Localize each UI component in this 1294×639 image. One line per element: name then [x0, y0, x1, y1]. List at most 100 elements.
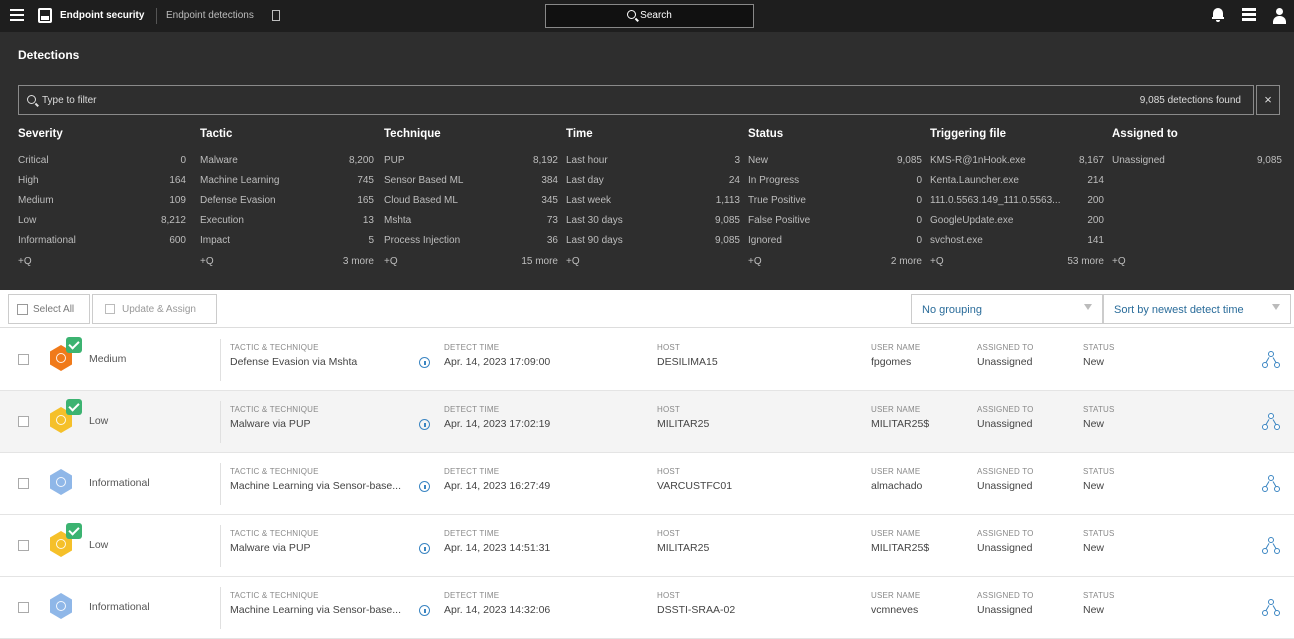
facet-item[interactable]: Unassigned 9,085	[1112, 152, 1282, 172]
facet-item-label: Mshta	[384, 215, 412, 226]
divider	[220, 525, 221, 567]
add-filter-button[interactable]: +Q	[748, 256, 762, 267]
process-graph-icon[interactable]	[1262, 537, 1280, 555]
facet-item[interactable]: Ignored 0	[748, 232, 922, 252]
notifications-bell-icon[interactable]	[1212, 8, 1224, 22]
assigned-value: Unassigned	[977, 418, 1033, 430]
facet-item[interactable]: GoogleUpdate.exe 200	[930, 212, 1104, 232]
facet-item[interactable]: Last 30 days 9,085	[566, 212, 740, 232]
time-field: DETECT TIME Apr. 14, 2023 17:09:00	[444, 343, 550, 368]
facet-item-label: Low	[18, 215, 37, 226]
info-icon[interactable]	[419, 543, 430, 554]
row-checkbox[interactable]	[18, 602, 29, 613]
tactic-field: TACTIC & TECHNIQUE Defense Evasion via M…	[230, 343, 357, 368]
user-profile-icon[interactable]	[1272, 8, 1286, 24]
select-all-checkbox[interactable]	[17, 304, 28, 315]
facet-item-count: 9,085	[714, 235, 740, 246]
facet-item-count: 1,113	[715, 195, 740, 206]
info-icon[interactable]	[419, 357, 430, 368]
add-filter-button[interactable]: +Q	[18, 256, 32, 267]
info-icon[interactable]	[419, 605, 430, 616]
facet-item[interactable]: Critical 0	[18, 152, 186, 172]
facet-item[interactable]: svchost.exe 141	[930, 232, 1104, 252]
update-assign-button[interactable]: Update & Assign	[92, 294, 217, 324]
facet-item-count: 73	[546, 215, 558, 226]
facet-item[interactable]: False Positive 0	[748, 212, 922, 232]
facet-item-count: 8,192	[532, 155, 558, 166]
facet-item[interactable]: Last week 1,113	[566, 192, 740, 212]
sort-select[interactable]: Sort by newest detect time	[1103, 294, 1291, 324]
facet-item[interactable]: Defense Evasion 165	[200, 192, 374, 212]
facet-item[interactable]: True Positive 0	[748, 192, 922, 212]
facet-title: Triggering file	[930, 128, 1007, 140]
filter-input[interactable]: Type to filter 9,085 detections found	[18, 85, 1254, 115]
field-label: ASSIGNED TO	[977, 529, 1034, 538]
detection-row[interactable]: Medium TACTIC & TECHNIQUE Defense Evasio…	[0, 329, 1294, 391]
add-filter-button[interactable]: +Q	[200, 256, 214, 267]
facet-item[interactable]: PUP 8,192	[384, 152, 558, 172]
assigned-field: ASSIGNED TO Unassigned	[977, 405, 1034, 430]
process-graph-icon[interactable]	[1262, 475, 1280, 493]
more-link[interactable]: 2 more	[891, 256, 922, 267]
facet-item[interactable]: Last hour 3	[566, 152, 740, 172]
more-link[interactable]: 3 more	[343, 256, 374, 267]
facet-item[interactable]: Process Injection 36	[384, 232, 558, 252]
facet-item[interactable]: Informational 600	[18, 232, 186, 252]
facet-item[interactable]: Low 8,212	[18, 212, 186, 232]
info-icon[interactable]	[419, 481, 430, 492]
row-checkbox[interactable]	[18, 540, 29, 551]
more-link[interactable]: 53 more	[1067, 256, 1104, 267]
facet-item[interactable]: 111.0.5563.149_111.0.5563... 200	[930, 192, 1104, 212]
message-list-icon[interactable]	[1242, 8, 1256, 22]
clear-filter-button[interactable]: ×	[1256, 85, 1280, 115]
menu-icon[interactable]	[10, 9, 24, 21]
detection-row[interactable]: Informational TACTIC & TECHNIQUE Machine…	[0, 453, 1294, 515]
facet-item[interactable]: Last 90 days 9,085	[566, 232, 740, 252]
add-filter-button[interactable]: +Q	[1112, 256, 1126, 267]
facet-item[interactable]: Impact 5	[200, 232, 374, 252]
select-all-button[interactable]: Select All	[8, 294, 90, 324]
facet-item[interactable]: Execution 13	[200, 212, 374, 232]
assigned-value: Unassigned	[977, 604, 1033, 616]
facet-title: Assigned to	[1112, 128, 1178, 140]
global-search-button[interactable]: Search	[545, 4, 754, 28]
facet-tactic: Tactic Malware 8,200 Machine Learning 74…	[200, 128, 374, 267]
process-graph-icon[interactable]	[1262, 413, 1280, 431]
detection-row[interactable]: Low TACTIC & TECHNIQUE Malware via PUP D…	[0, 515, 1294, 577]
facet-item[interactable]: New 9,085	[748, 152, 922, 172]
bookmark-icon[interactable]	[272, 10, 280, 21]
facet-item[interactable]: Cloud Based ML 345	[384, 192, 558, 212]
process-graph-icon[interactable]	[1262, 599, 1280, 617]
detection-row[interactable]: Informational TACTIC & TECHNIQUE Machine…	[0, 577, 1294, 639]
process-graph-icon[interactable]	[1262, 351, 1280, 369]
facet-item[interactable]: High 164	[18, 172, 186, 192]
field-label: TACTIC & TECHNIQUE	[230, 529, 319, 538]
divider	[220, 463, 221, 505]
facet-item[interactable]: Machine Learning 745	[200, 172, 374, 192]
add-filter-button[interactable]: +Q	[930, 256, 944, 267]
facet-item-count: 200	[1087, 195, 1104, 206]
facet-item[interactable]: Mshta 73	[384, 212, 558, 232]
row-checkbox[interactable]	[18, 354, 29, 365]
detection-row[interactable]: Low TACTIC & TECHNIQUE Malware via PUP D…	[0, 391, 1294, 453]
facet-footer: +Q 2 more	[748, 256, 922, 272]
add-filter-button[interactable]: +Q	[384, 256, 398, 267]
facet-item[interactable]: KMS-R@1nHook.exe 8,167	[930, 152, 1104, 172]
more-link[interactable]: 15 more	[521, 256, 558, 267]
info-icon[interactable]	[419, 419, 430, 430]
grouping-select[interactable]: No grouping	[911, 294, 1103, 324]
status-value: New	[1083, 604, 1105, 616]
facet-item[interactable]: Sensor Based ML 384	[384, 172, 558, 192]
facet-item[interactable]: In Progress 0	[748, 172, 922, 192]
row-checkbox[interactable]	[18, 478, 29, 489]
row-checkbox[interactable]	[18, 416, 29, 427]
facet-item[interactable]: Medium 109	[18, 192, 186, 212]
facet-item[interactable]: Last day 24	[566, 172, 740, 192]
facet-item-count: 600	[169, 235, 186, 246]
search-icon	[27, 95, 36, 104]
facet-item[interactable]: Kenta.Launcher.exe 214	[930, 172, 1104, 192]
facet-item[interactable]: Malware 8,200	[200, 152, 374, 172]
add-filter-button[interactable]: +Q	[566, 256, 580, 267]
facet-item-count: 345	[541, 195, 558, 206]
facet-item-count: 9,085	[714, 215, 740, 226]
